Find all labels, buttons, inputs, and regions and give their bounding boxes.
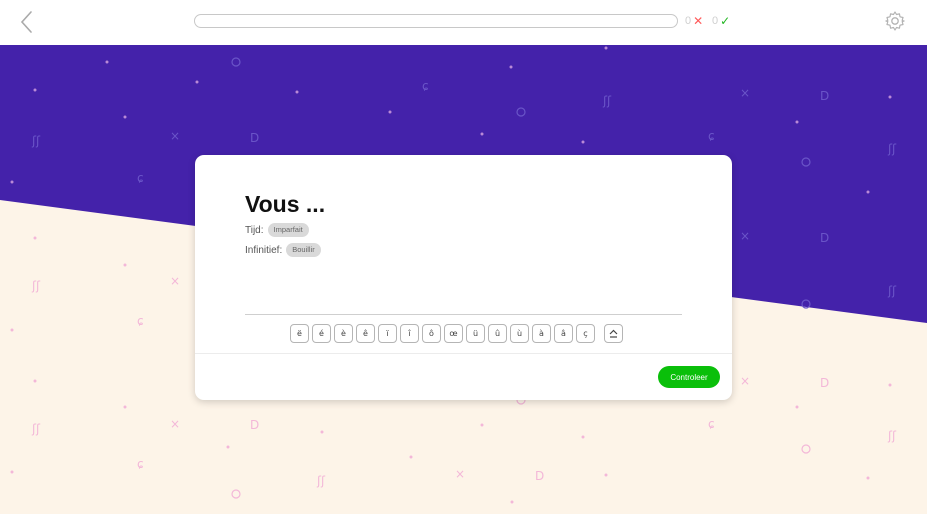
svg-text:×: × xyxy=(740,229,750,243)
shift-key[interactable] xyxy=(604,324,623,343)
svg-text:ʃʃ: ʃʃ xyxy=(602,94,612,108)
infinitive-row: Infinitief: Bouillir xyxy=(245,243,321,257)
checkmark-icon: ✓ xyxy=(720,14,731,28)
card-divider xyxy=(195,353,732,354)
svg-text:D: D xyxy=(250,418,259,432)
svg-text:ɕ: ɕ xyxy=(708,129,715,143)
svg-text:ʃʃ: ʃʃ xyxy=(887,429,897,443)
tense-label: Tijd: xyxy=(245,224,264,236)
gear-icon[interactable] xyxy=(884,10,906,32)
progress-bar xyxy=(194,14,678,28)
top-bar: 0 ✕ 0 ✓ xyxy=(0,0,927,45)
svg-text:D: D xyxy=(820,231,829,245)
key-u-grave[interactable]: ù xyxy=(510,324,529,343)
svg-text:D: D xyxy=(820,89,829,103)
shift-icon xyxy=(609,329,618,338)
key-i-diaeresis[interactable]: ï xyxy=(378,324,397,343)
cross-icon: ✕ xyxy=(693,14,704,28)
svg-text:ɕ: ɕ xyxy=(137,457,144,471)
svg-text:ʃʃ: ʃʃ xyxy=(316,474,326,488)
svg-text:ɕ: ɕ xyxy=(137,314,144,328)
question-title: Vous ... xyxy=(245,191,326,217)
wrong-count: 0 xyxy=(685,15,692,27)
key-e-circumflex[interactable]: ê xyxy=(356,324,375,343)
svg-text:D: D xyxy=(535,469,544,483)
svg-text:×: × xyxy=(170,417,180,431)
svg-text:D: D xyxy=(820,376,829,390)
svg-text:×: × xyxy=(740,374,750,388)
svg-text:ʃʃ: ʃʃ xyxy=(31,134,41,148)
infinitive-tag: Bouillir xyxy=(286,243,321,257)
svg-text:×: × xyxy=(170,129,180,143)
svg-text:×: × xyxy=(740,86,750,100)
key-a-grave[interactable]: à xyxy=(532,324,551,343)
key-u-diaeresis[interactable]: ü xyxy=(466,324,485,343)
key-e-acute[interactable]: é xyxy=(312,324,331,343)
wrong-score: 0 ✕ xyxy=(685,15,703,28)
svg-text:ɕ: ɕ xyxy=(422,79,429,93)
right-count: 0 xyxy=(712,15,719,27)
svg-text:ɕ: ɕ xyxy=(137,171,144,185)
svg-text:ʃʃ: ʃʃ xyxy=(887,284,897,298)
chevron-left-icon[interactable] xyxy=(14,9,40,35)
check-button[interactable]: Controleer xyxy=(658,366,720,388)
accent-keyboard: ë é è ê ï î ô œ ü û ù à â ç xyxy=(290,324,623,343)
key-u-circumflex[interactable]: û xyxy=(488,324,507,343)
tense-row: Tijd: Imparfait xyxy=(245,223,309,237)
key-e-grave[interactable]: è xyxy=(334,324,353,343)
svg-text:ʃʃ: ʃʃ xyxy=(887,142,897,156)
right-score: 0 ✓ xyxy=(712,15,730,28)
svg-text:×: × xyxy=(455,467,465,481)
svg-text:×: × xyxy=(170,274,180,288)
key-o-circumflex[interactable]: ô xyxy=(422,324,441,343)
key-c-cedilla[interactable]: ç xyxy=(576,324,595,343)
svg-text:ʃʃ: ʃʃ xyxy=(31,279,41,293)
svg-text:D: D xyxy=(250,131,259,145)
key-oe-ligature[interactable]: œ xyxy=(444,324,463,343)
tense-tag: Imparfait xyxy=(267,223,309,237)
key-i-circumflex[interactable]: î xyxy=(400,324,419,343)
svg-text:ʃʃ: ʃʃ xyxy=(31,422,41,436)
exercise-card: Vous ... Tijd: Imparfait Infinitief: Bou… xyxy=(195,155,732,400)
infinitive-label: Infinitief: xyxy=(245,244,283,256)
answer-input[interactable] xyxy=(245,314,682,315)
key-a-circumflex[interactable]: â xyxy=(554,324,573,343)
key-e-diaeresis[interactable]: ë xyxy=(290,324,309,343)
svg-text:ɕ: ɕ xyxy=(708,417,715,431)
